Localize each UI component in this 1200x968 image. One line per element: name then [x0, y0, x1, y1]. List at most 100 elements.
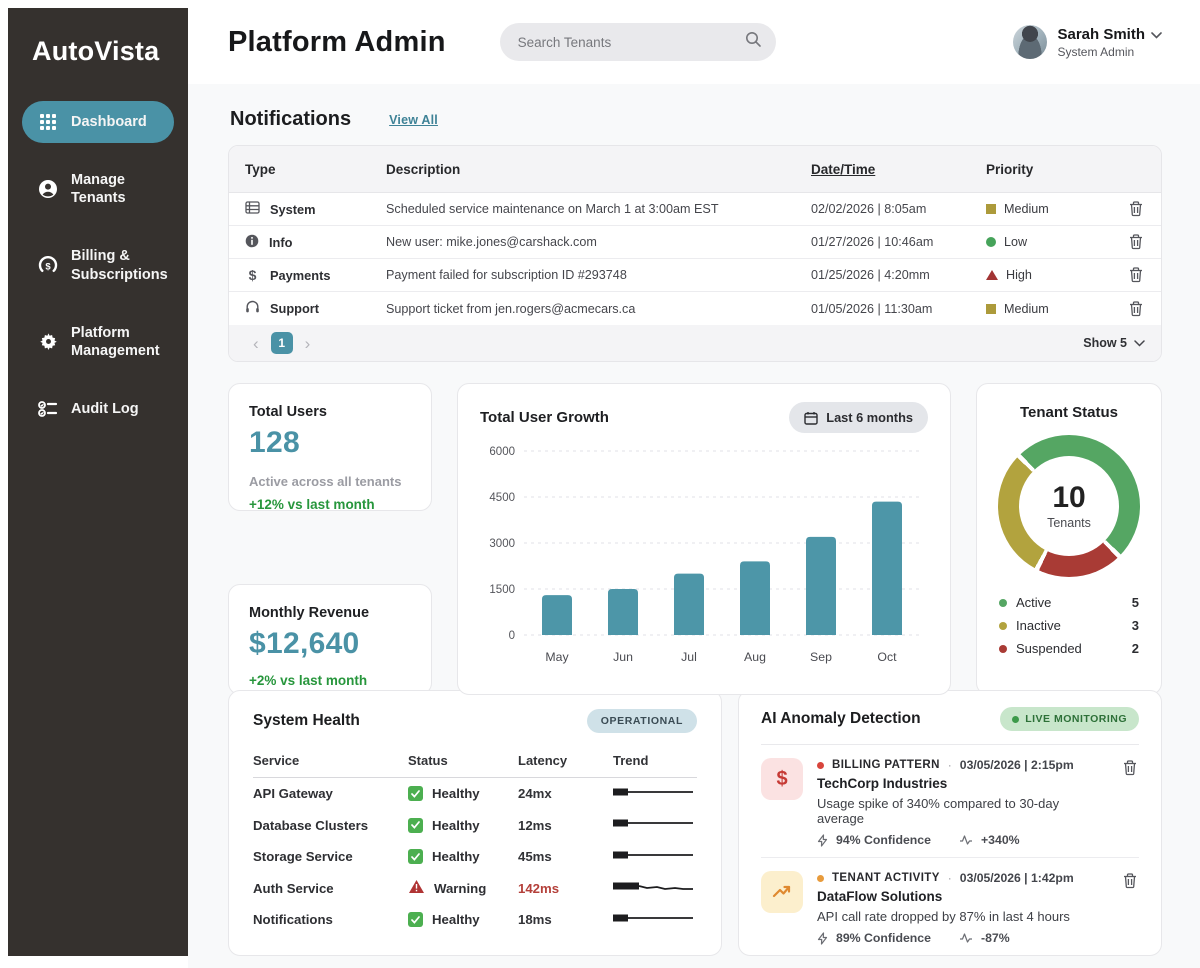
user-menu[interactable]: Sarah Smith System Admin — [1013, 25, 1162, 59]
topbar: Platform Admin Sarah Smith System Admi — [188, 0, 1200, 84]
anomaly-confidence: 89% Confidence — [836, 931, 931, 945]
anomaly-description: Usage spike of 340% compared to 30-day a… — [817, 796, 1107, 826]
delete-notification-button[interactable] — [1127, 232, 1145, 252]
card-title: Tenant Status — [993, 404, 1145, 421]
service-name: Database Clusters — [253, 818, 408, 833]
card-title: Monthly Revenue — [249, 605, 411, 621]
priority-marker-medium — [986, 304, 996, 314]
service-status: Healthy — [408, 849, 518, 864]
search-input[interactable] — [518, 35, 745, 50]
show-count-select[interactable]: Show 5 — [1083, 336, 1145, 350]
svg-text:Jun: Jun — [613, 650, 633, 664]
row-description: Scheduled service maintenance on March 1… — [386, 202, 811, 216]
table-row[interactable]: Info New user: mike.jones@carshack.com 0… — [229, 226, 1161, 259]
delete-anomaly-button[interactable] — [1121, 871, 1139, 891]
tenant-total: 10 — [1052, 483, 1085, 513]
page-number-button[interactable]: 1 — [271, 332, 293, 354]
service-latency: 12ms — [518, 818, 613, 833]
trend-sparkline — [613, 879, 697, 897]
col-service: Service — [253, 753, 408, 768]
table-row[interactable]: Support Support ticket from jen.rogers@a… — [229, 292, 1161, 325]
delete-notification-button[interactable] — [1127, 199, 1145, 219]
row-datetime: 01/27/2026 | 10:46am — [811, 235, 986, 249]
table-row[interactable]: $ Payments Payment failed for subscripti… — [229, 259, 1161, 292]
priority-marker-high — [986, 270, 998, 280]
search-box[interactable] — [500, 23, 776, 61]
gear-icon — [38, 332, 58, 351]
col-description: Description — [386, 162, 811, 177]
delete-notification-button[interactable] — [1127, 265, 1145, 285]
service-latency: 142ms — [518, 881, 613, 896]
svg-text:$: $ — [45, 261, 51, 272]
col-trend: Trend — [613, 753, 697, 768]
sidebar-item-label: Audit Log — [71, 400, 139, 418]
system-health-card: System Health OPERATIONAL Service Status… — [228, 690, 722, 956]
delete-anomaly-button[interactable] — [1121, 758, 1139, 778]
delete-notification-button[interactable] — [1127, 299, 1145, 319]
monthly-revenue-card: Monthly Revenue $12,640 +2% vs last mont… — [228, 584, 432, 695]
health-row: Auth Service Warning 142ms — [253, 873, 697, 905]
card-title: AI Anomaly Detection — [761, 710, 921, 728]
legend-item-suspended: Suspended 2 — [999, 641, 1139, 656]
tenant-total-label: Tenants — [1047, 516, 1091, 530]
anomaly-company: TechCorp Industries — [817, 776, 1107, 791]
user-growth-bar-chart: 01500300045006000MayJunJulAugSepOct — [480, 437, 928, 676]
card-title: Total Users — [249, 404, 411, 420]
live-monitoring-badge: LIVE MONITORING — [1000, 707, 1139, 731]
anomaly-delta: +340% — [981, 833, 1020, 847]
health-row: Notifications Healthy 18ms — [253, 904, 697, 936]
priority-marker-low — [986, 237, 996, 247]
user-role: System Admin — [1057, 45, 1162, 59]
col-priority: Priority — [986, 162, 1119, 177]
row-type-label: System — [270, 202, 316, 217]
row-description: Support ticket from jen.rogers@acmecars.… — [386, 302, 811, 316]
page-prev-button[interactable]: ‹ — [245, 335, 267, 352]
total-users-subtitle: Active across all tenants — [249, 474, 411, 489]
activity-icon — [959, 834, 973, 846]
anomaly-description: API call rate dropped by 87% in last 4 h… — [817, 909, 1107, 924]
sidebar-item-label: Platform Management — [71, 324, 164, 360]
table-row[interactable]: System Scheduled service maintenance on … — [229, 193, 1161, 226]
priority-label: Low — [1004, 235, 1027, 249]
sidebar-item-dashboard[interactable]: Dashboard — [22, 101, 174, 143]
date-range-button[interactable]: Last 6 months — [789, 402, 928, 433]
table-header: Type Description Date/Time Priority — [229, 146, 1161, 193]
service-latency: 45ms — [518, 849, 613, 864]
anomaly-delta: -87% — [981, 931, 1010, 945]
anomaly-dot-icon — [817, 875, 824, 882]
view-all-link[interactable]: View All — [389, 113, 438, 127]
service-name: Auth Service — [253, 881, 408, 896]
healthy-check-icon — [408, 818, 423, 833]
svg-text:Oct: Oct — [877, 650, 897, 664]
card-title: System Health — [253, 712, 360, 730]
notifications-title: Notifications — [230, 108, 351, 131]
row-type-label: Support — [270, 301, 319, 316]
anomaly-datetime: 03/05/2026 | 2:15pm — [960, 758, 1074, 772]
user-growth-card: Total User Growth Last 6 months 01500300… — [457, 383, 951, 695]
total-users-card: Total Users 128 Active across all tenant… — [228, 383, 432, 511]
live-dot-icon — [1012, 716, 1019, 723]
col-datetime-sort[interactable]: Date/Time — [811, 162, 986, 177]
page-next-button[interactable]: › — [297, 335, 319, 352]
monthly-revenue-delta: +2% vs last month — [249, 673, 411, 688]
sidebar-item-billing[interactable]: $ Billing & Subscriptions — [22, 235, 174, 295]
service-latency: 18ms — [518, 912, 613, 927]
priority-label: Medium — [1004, 202, 1049, 216]
svg-text:4500: 4500 — [489, 492, 515, 504]
service-latency: 24mx — [518, 786, 613, 801]
page-title: Platform Admin — [228, 26, 446, 59]
sidebar-item-audit-log[interactable]: Audit Log — [22, 388, 174, 430]
sidebar-item-manage-tenants[interactable]: Manage Tenants — [22, 159, 174, 219]
col-status: Status — [408, 753, 518, 768]
row-type-label: Payments — [270, 268, 330, 283]
healthy-check-icon — [408, 912, 423, 927]
legend-item-inactive: Inactive 3 — [999, 618, 1139, 633]
service-status: Healthy — [408, 912, 518, 927]
sidebar-item-platform-management[interactable]: Platform Management — [22, 312, 174, 372]
svg-text:3000: 3000 — [489, 538, 515, 550]
legend-dot — [999, 645, 1007, 653]
row-description: New user: mike.jones@carshack.com — [386, 235, 811, 249]
col-latency: Latency — [518, 753, 613, 768]
headset-icon — [245, 300, 260, 317]
zap-icon — [817, 932, 828, 945]
